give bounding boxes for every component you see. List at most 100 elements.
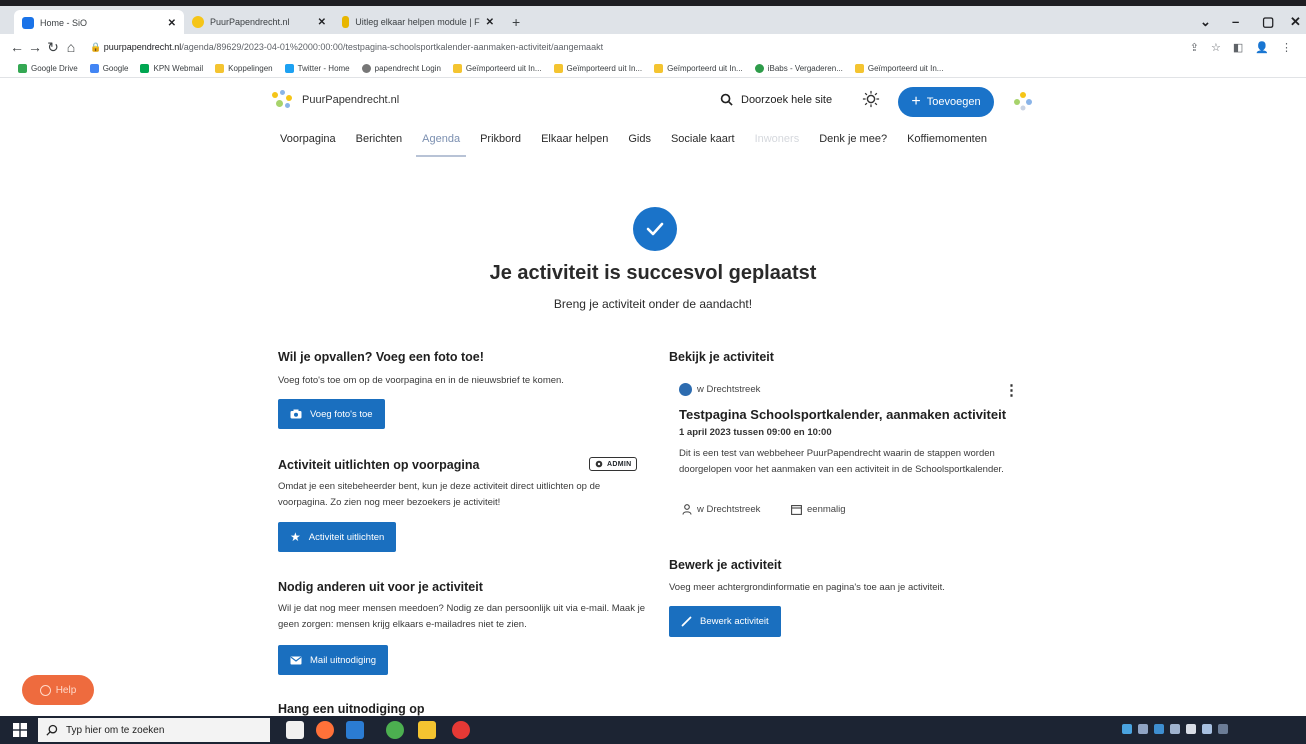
google-icon <box>89 64 99 73</box>
highlight-section-title: Activiteit uitlichten op voorpagina <box>278 458 480 472</box>
url-field[interactable]: 🔒 puurpapendrecht.nl/agenda/89629/2023-0… <box>90 42 603 53</box>
highlight-activity-label: Activiteit uitlichten <box>308 531 385 543</box>
success-subtitle: Breng je activiteit onder de aandacht! <box>553 297 753 311</box>
card-location: w Drechtstreek <box>682 504 760 515</box>
close-tab-icon[interactable]: ✕ <box>486 17 494 28</box>
ibabs-icon <box>754 64 764 73</box>
main-navigation: Voorpagina Berichten Agenda Prikbord Elk… <box>270 133 997 159</box>
site-search[interactable]: Doorzoek hele site <box>720 93 832 106</box>
star-icon[interactable]: ☆ <box>1211 41 1221 54</box>
home-icon[interactable]: ⌂ <box>62 39 80 55</box>
nav-koffiemomenten[interactable]: Koffiemomenten <box>897 133 997 159</box>
bookmark-item[interactable]: Twitter - Home <box>284 64 350 73</box>
bookmark-label: Geïmporteerd uit In... <box>667 64 743 73</box>
windows-start-icon[interactable] <box>12 722 28 738</box>
reload-icon[interactable]: ↻ <box>44 39 62 56</box>
volume-icon[interactable] <box>1186 724 1196 734</box>
bookmark-item[interactable]: iBabs - Vergaderen... <box>754 64 843 73</box>
bookmark-item[interactable]: Google Drive <box>18 64 78 73</box>
bookmark-item[interactable]: Geïmporteerd uit In... <box>553 64 643 73</box>
bookmark-label: Geïmporteerd uit In... <box>566 64 643 73</box>
nav-voorpagina[interactable]: Voorpagina <box>270 133 346 159</box>
location-text: w Drechtstreek <box>697 504 761 515</box>
nav-elkaar-helpen[interactable]: Elkaar helpen <box>531 133 618 159</box>
url-path: /agenda/89629/2023-04-01%2000:00:00/test… <box>181 41 604 52</box>
close-tab-icon[interactable]: ✕ <box>318 17 326 28</box>
close-tab-icon[interactable]: ✕ <box>168 18 176 29</box>
bookmark-item[interactable]: Geïmporteerd uit In... <box>854 64 943 73</box>
nav-berichten[interactable]: Berichten <box>346 133 412 159</box>
system-tray <box>1122 724 1228 734</box>
chrome-icon[interactable] <box>386 721 404 739</box>
nav-gids[interactable]: Gids <box>618 133 661 159</box>
firefox-icon[interactable] <box>316 721 334 739</box>
browser-tab-home[interactable]: Home - SiO ✕ <box>14 10 184 36</box>
chevron-down-icon[interactable]: ⌄ <box>1200 14 1211 30</box>
forward-icon[interactable]: → <box>26 39 44 55</box>
sidebar-icon[interactable]: ◧ <box>1233 41 1243 54</box>
bookmark-item[interactable]: Koppelingen <box>215 64 273 73</box>
nav-agenda[interactable]: Agenda <box>412 133 470 159</box>
task-view-icon[interactable] <box>286 721 304 739</box>
bookmark-item[interactable]: Google <box>89 64 129 73</box>
bookmark-item[interactable]: Geïmporteerd uit In... <box>452 64 542 73</box>
avatar[interactable] <box>1010 88 1036 114</box>
keyboard-icon[interactable] <box>1170 724 1180 734</box>
back-icon[interactable]: ← <box>8 39 26 55</box>
battery-icon[interactable] <box>1202 724 1212 734</box>
close-window-icon[interactable]: ✕ <box>1290 14 1301 30</box>
uitleg-icon <box>342 16 350 28</box>
profile-icon[interactable]: 👤 <box>1255 41 1269 54</box>
browser-tab-uitleg[interactable]: Uitleg elkaar helpen module | F ✕ <box>334 10 502 34</box>
add-photo-button[interactable]: Voeg foto's toe <box>278 399 385 429</box>
address-bar: ← → ↻ ⌂ 🔒 puurpapendrecht.nl/agenda/8962… <box>0 34 1306 60</box>
bookmark-item[interactable]: Geïmporteerd uit In... <box>654 64 743 73</box>
network-icon[interactable] <box>1122 724 1132 734</box>
more-options-icon[interactable]: ⋮ <box>1004 381 1019 399</box>
taskbar-search-box[interactable]: Typ hier om te zoeken <box>38 718 270 742</box>
frequency-text: eenmalig <box>807 504 846 515</box>
bookmark-label: Geïmporteerd uit In... <box>465 64 542 73</box>
sun-icon[interactable] <box>862 90 880 108</box>
app-icon[interactable] <box>452 721 470 739</box>
add-button[interactable]: + Toevoegen <box>898 87 994 117</box>
restore-icon[interactable]: ▢ <box>1262 14 1274 30</box>
organizer-avatar <box>679 383 692 396</box>
card-organizer[interactable]: w Drechtstreek <box>679 383 760 396</box>
taskbar-clock[interactable] <box>1268 720 1298 729</box>
invite-section-text: Wil je dat nog meer mensen meedoen? Nodi… <box>278 603 645 630</box>
browser-tab-puurpapendrecht[interactable]: PuurPapendrecht.nl ✕ <box>184 10 334 34</box>
mail-invitation-button[interactable]: Mail uitnodiging <box>278 645 389 675</box>
bookmark-item[interactable]: papendrecht Login <box>361 64 441 73</box>
highlight-section-text: Omdat je een sitebeheerder bent, kun je … <box>278 481 601 508</box>
gear-icon <box>595 460 603 468</box>
outlook-icon[interactable] <box>346 721 364 739</box>
folder-icon <box>215 64 225 73</box>
wifi-icon[interactable] <box>1154 724 1164 734</box>
bookmark-item[interactable]: KPN Webmail <box>140 64 203 73</box>
bookmark-label: Google <box>102 64 129 73</box>
nav-denk-je-mee[interactable]: Denk je mee? <box>809 133 897 159</box>
nav-sociale-kaart[interactable]: Sociale kaart <box>661 133 745 159</box>
help-icon <box>39 684 51 696</box>
cloud-icon[interactable] <box>1138 724 1148 734</box>
share-icon[interactable]: ⇪ <box>1190 41 1199 54</box>
new-tab-button[interactable]: + <box>504 10 528 34</box>
card-title[interactable]: Testpagina Schoolsportkalender, aanmaken… <box>679 407 1006 422</box>
notification-icon[interactable] <box>1218 724 1228 734</box>
nav-prikbord[interactable]: Prikbord <box>470 133 531 159</box>
help-button[interactable]: Help <box>22 675 94 705</box>
bookmark-label: papendrecht Login <box>374 64 441 73</box>
highlight-activity-button[interactable]: ★ Activiteit uitlichten <box>278 522 397 552</box>
site-logo[interactable]: PuurPapendrecht.nl <box>270 90 399 110</box>
person-icon <box>682 504 692 515</box>
minimize-icon[interactable]: – <box>1232 14 1239 29</box>
folder-icon <box>654 64 664 73</box>
file-explorer-icon[interactable] <box>418 721 436 739</box>
globe-icon <box>361 64 371 73</box>
nav-inwoners[interactable]: Inwoners <box>745 133 810 159</box>
edit-activity-button[interactable]: Bewerk activiteit <box>669 606 781 637</box>
menu-icon[interactable]: ⋮ <box>1281 41 1292 54</box>
add-button-label: Toevoegen <box>926 96 981 108</box>
edit-section-text: Voeg meer achtergrondinformatie en pagin… <box>669 582 945 593</box>
